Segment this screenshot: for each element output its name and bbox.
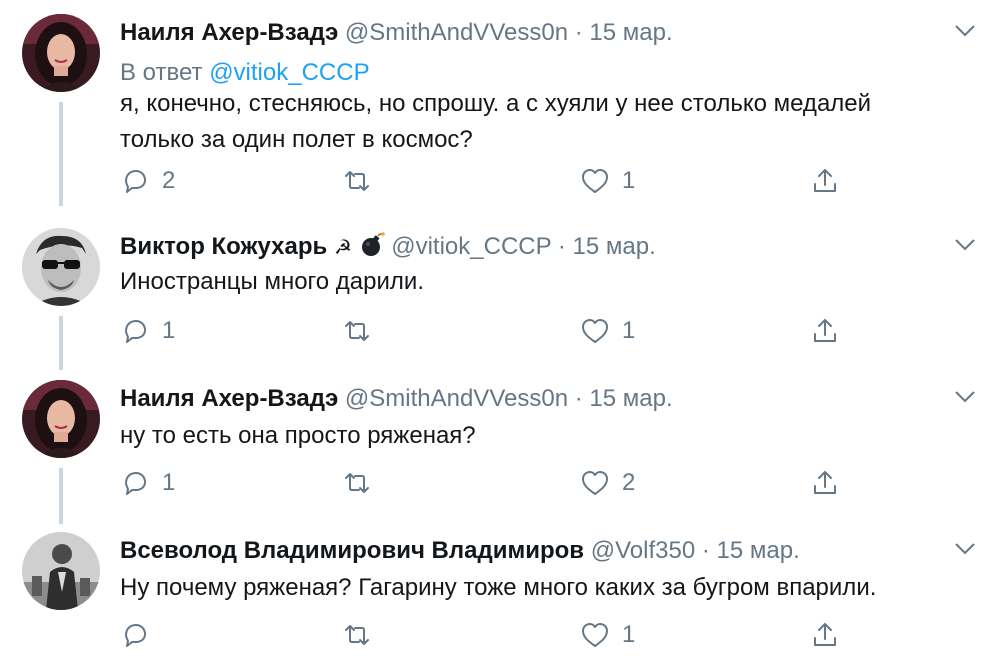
reply-context: В ответ @vitiok_CCCP bbox=[120, 58, 370, 88]
thread-connector bbox=[59, 316, 63, 370]
tweet-text: я, конечно, стесняюсь, но спрошу. а с ху… bbox=[120, 86, 980, 158]
like-button[interactable]: 1 bbox=[580, 314, 635, 348]
share-icon bbox=[814, 471, 836, 494]
tweet-text: Иностранцы много дарили. bbox=[120, 264, 980, 300]
chevron-down-icon[interactable] bbox=[952, 538, 978, 558]
author-handle[interactable]: @SmithAndVVess0n bbox=[345, 385, 568, 412]
avatar[interactable] bbox=[22, 14, 100, 92]
heart-icon bbox=[582, 319, 608, 343]
retweet-icon bbox=[345, 473, 369, 493]
avatar-image-man-sunglasses bbox=[22, 228, 100, 306]
heart-icon bbox=[582, 169, 608, 193]
share-button[interactable] bbox=[810, 164, 840, 198]
author-handle[interactable]: @vitiok_CCCP bbox=[391, 233, 551, 260]
retweet-icon bbox=[345, 625, 369, 645]
tweet-text-line: только за один полет в космос? bbox=[120, 126, 473, 153]
heart-icon bbox=[582, 471, 608, 495]
reply-count: 1 bbox=[162, 469, 176, 496]
avatar[interactable] bbox=[22, 380, 100, 458]
tweet-text: Ну почему ряженая? Гагарину тоже много к… bbox=[120, 570, 980, 606]
separator-dot: · bbox=[574, 385, 583, 412]
reply-icon bbox=[125, 320, 146, 343]
bomb-icon bbox=[361, 232, 385, 256]
author-name[interactable]: Всеволод Владимирович Владимиров bbox=[120, 537, 584, 564]
separator-dot: · bbox=[574, 19, 583, 46]
tweet-text-line: Ну почему ряженая? Гагарину тоже много к… bbox=[120, 574, 877, 601]
action-bar: 1 1 bbox=[120, 314, 880, 348]
share-button[interactable] bbox=[810, 466, 840, 500]
action-bar: 1 bbox=[120, 618, 880, 652]
like-count: 2 bbox=[622, 469, 636, 496]
chevron-down-icon[interactable] bbox=[952, 234, 978, 254]
reply-button[interactable]: 2 bbox=[120, 164, 175, 198]
avatar-image-woman bbox=[22, 14, 100, 92]
like-button[interactable]: 2 bbox=[580, 466, 635, 500]
share-button[interactable] bbox=[810, 618, 840, 652]
separator-dot: · bbox=[557, 233, 566, 260]
share-icon bbox=[814, 169, 836, 192]
reply-icon bbox=[125, 624, 146, 647]
retweet-button[interactable] bbox=[342, 314, 384, 348]
tweet-date[interactable]: 15 мар. bbox=[573, 233, 656, 260]
reply-count: 2 bbox=[162, 167, 176, 194]
like-count: 1 bbox=[622, 621, 636, 648]
action-bar: 1 2 bbox=[120, 466, 880, 500]
tweet-text-line: Иностранцы много дарили. bbox=[120, 268, 424, 295]
avatar[interactable] bbox=[22, 228, 100, 306]
tweet-header: Наиля Ахер-Взадэ @SmithAndVVess0n · 15 м… bbox=[120, 384, 673, 414]
reply-button[interactable]: 1 bbox=[120, 466, 175, 500]
heart-icon bbox=[582, 623, 608, 647]
tweet-date[interactable]: 15 мар. bbox=[717, 537, 800, 564]
tweet-date[interactable]: 15 мар. bbox=[589, 385, 672, 412]
share-icon bbox=[814, 623, 836, 646]
author-handle[interactable]: @Volf350 bbox=[591, 537, 695, 564]
share-icon bbox=[814, 319, 836, 342]
like-count: 1 bbox=[622, 167, 636, 194]
retweet-button[interactable] bbox=[342, 618, 384, 652]
tweet-text-line: я, конечно, стесняюсь, но спрошу. а с ху… bbox=[120, 90, 872, 117]
tweet-header: Всеволод Владимирович Владимиров @Volf35… bbox=[120, 536, 800, 566]
reply-icon bbox=[125, 170, 146, 193]
author-name[interactable]: Виктор Кожухарь bbox=[120, 233, 327, 260]
retweet-button[interactable] bbox=[342, 466, 384, 500]
tweet-text: ну то есть она просто ряженая? bbox=[120, 418, 980, 454]
retweet-button[interactable] bbox=[342, 164, 384, 198]
chevron-down-icon[interactable] bbox=[952, 386, 978, 406]
action-bar: 2 1 bbox=[120, 164, 880, 198]
tweet-header: Виктор Кожухарь ☭ @vitiok_CCCP · 15 мар. bbox=[120, 232, 656, 263]
chevron-down-icon[interactable] bbox=[952, 20, 978, 40]
share-button[interactable] bbox=[810, 314, 840, 348]
retweet-icon bbox=[345, 321, 369, 341]
retweet-icon bbox=[345, 171, 369, 191]
hammer-sickle-emoji: ☭ bbox=[333, 237, 352, 259]
separator-dot: · bbox=[701, 537, 710, 564]
avatar-image-woman bbox=[22, 380, 100, 458]
reply-button[interactable]: 1 bbox=[120, 314, 175, 348]
reply-to-link[interactable]: @vitiok_CCCP bbox=[209, 59, 369, 86]
like-count: 1 bbox=[622, 317, 636, 344]
avatar[interactable] bbox=[22, 532, 100, 610]
tweet-header: Наиля Ахер-Взадэ @SmithAndVVess0n · 15 м… bbox=[120, 18, 673, 48]
thread-connector bbox=[59, 102, 63, 206]
tweet-date[interactable]: 15 мар. bbox=[589, 19, 672, 46]
author-name[interactable]: Наиля Ахер-Взадэ bbox=[120, 385, 338, 412]
like-button[interactable]: 1 bbox=[580, 618, 635, 652]
author-name[interactable]: Наиля Ахер-Взадэ bbox=[120, 19, 338, 46]
thread-connector bbox=[59, 468, 63, 524]
tweet-text-line: ну то есть она просто ряженая? bbox=[120, 422, 476, 449]
like-button[interactable]: 1 bbox=[580, 164, 635, 198]
avatar-image-vintage-photo bbox=[22, 532, 100, 610]
reply-count: 1 bbox=[162, 317, 176, 344]
reply-prefix: В ответ bbox=[120, 59, 203, 86]
author-handle[interactable]: @SmithAndVVess0n bbox=[345, 19, 568, 46]
reply-icon bbox=[125, 472, 146, 495]
reply-button[interactable] bbox=[120, 618, 162, 652]
